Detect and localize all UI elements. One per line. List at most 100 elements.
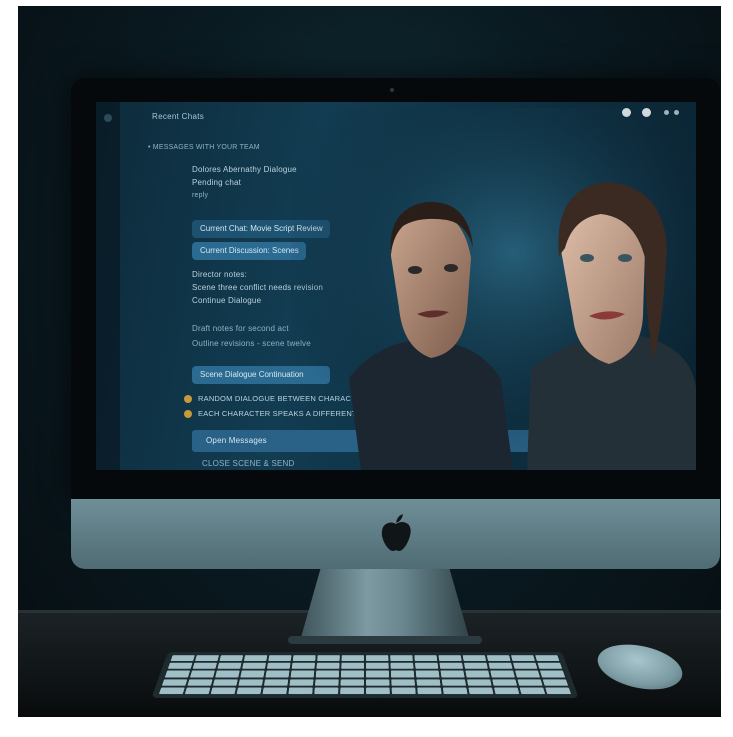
keyboard-key — [366, 655, 388, 661]
pill-current-discussion[interactable]: Current Discussion: Scenes — [192, 242, 306, 260]
keyboard-key — [341, 671, 364, 677]
block3-line-1: Draft notes for second act — [192, 323, 289, 334]
keyboard-key — [341, 679, 364, 686]
keyboard-key — [441, 671, 465, 677]
keyboard-key — [291, 671, 315, 677]
keyboard-key — [215, 671, 240, 677]
keyboard-key — [238, 679, 263, 686]
keyboard-key — [490, 671, 515, 677]
screen-title: Recent Chats — [152, 112, 204, 121]
keyboard-key — [171, 655, 195, 661]
keyboard-key — [492, 679, 517, 686]
camera-dot — [390, 88, 394, 92]
window-control-icon[interactable] — [622, 108, 631, 117]
keyboard-key — [314, 687, 338, 694]
block1-line-3: reply — [192, 190, 208, 201]
keyboard-key — [292, 663, 315, 669]
keyboard-key — [268, 655, 291, 661]
keyboard-key — [340, 687, 364, 694]
keyboard-key — [467, 679, 492, 686]
keyboard-key — [315, 679, 339, 686]
bullet-icon — [184, 395, 192, 403]
keyboard-key — [440, 663, 464, 669]
keyboard-key — [543, 679, 569, 686]
bullet-icon — [184, 410, 192, 418]
photo-scene: Recent Chats • MESSAGES WITH YOUR TEAM D… — [18, 6, 721, 717]
imac-stand-base — [288, 636, 482, 644]
keyboard-key — [293, 655, 316, 661]
keyboard-key — [217, 663, 241, 669]
block2-line-1: Director notes: — [192, 269, 247, 280]
keyboard-key — [316, 663, 339, 669]
keyboard-key — [464, 663, 488, 669]
keyboard-key — [366, 679, 389, 686]
keyboard-key — [515, 671, 540, 677]
keyboard-key — [416, 671, 440, 677]
keyboard-key — [513, 663, 537, 669]
keyboard-key — [366, 687, 390, 694]
keyboard-key — [443, 687, 468, 694]
window-control-icon[interactable] — [664, 110, 669, 115]
keyboard-key — [442, 679, 466, 686]
keyboard-key — [162, 679, 188, 686]
keyboard-key — [517, 679, 542, 686]
people-illustration — [291, 108, 696, 470]
keyboard-key — [213, 679, 238, 686]
screen-sidebar — [96, 102, 120, 470]
keyboard-key — [195, 655, 219, 661]
window-control-icon[interactable] — [674, 110, 679, 115]
keyboard-key — [391, 671, 414, 677]
keyboard-key — [390, 663, 413, 669]
keyboard-key — [414, 655, 437, 661]
keyboard-key — [463, 655, 487, 661]
keyboard-key — [289, 679, 313, 686]
header-line: • MESSAGES WITH YOUR TEAM — [148, 142, 260, 153]
keyboard-key — [165, 671, 190, 677]
keyboard-key — [416, 679, 440, 686]
keyboard-key — [242, 663, 266, 669]
keyboard-key — [487, 655, 511, 661]
keyboard-key — [417, 687, 441, 694]
keyboard-key — [267, 663, 291, 669]
keyboard-key — [535, 655, 559, 661]
imac-stand — [300, 569, 470, 641]
keyboard-key — [316, 671, 339, 677]
keyboard-key — [211, 687, 236, 694]
open-messages-label: Open Messages — [206, 435, 267, 446]
keyboard — [151, 652, 578, 698]
keyboard-key — [317, 655, 340, 661]
window-control-icon[interactable] — [642, 108, 651, 117]
keyboard-key — [168, 663, 193, 669]
block1-line-1: Dolores Abernathy Dialogue — [192, 164, 297, 175]
keyboard-key — [341, 663, 364, 669]
footer-line: CLOSE SCENE & SEND — [202, 458, 295, 469]
block2-line-3: Continue Dialogue — [192, 295, 261, 306]
keyboard-key — [193, 663, 217, 669]
keyboard-key — [494, 687, 519, 694]
keyboard-key — [366, 671, 389, 677]
keyboard-key — [187, 679, 212, 686]
keyboard-key — [465, 671, 489, 677]
keyboard-key — [159, 687, 185, 694]
keyboard-key — [264, 679, 288, 686]
keyboard-key — [540, 671, 565, 677]
keyboard-key — [538, 663, 563, 669]
keyboard-key — [415, 663, 438, 669]
keyboard-key — [468, 687, 493, 694]
keyboard-key — [391, 679, 415, 686]
keyboard-key — [244, 655, 268, 661]
apple-logo-icon — [378, 512, 414, 552]
keyboard-key — [520, 687, 546, 694]
keyboard-key — [262, 687, 287, 694]
keyboard-key — [342, 655, 364, 661]
block1-line-2: Pending chat — [192, 177, 241, 188]
keyboard-key — [190, 671, 215, 677]
keyboard-key — [265, 671, 289, 677]
keyboard-key — [240, 671, 264, 677]
keyboard-key — [185, 687, 211, 694]
keyboard-key — [390, 655, 413, 661]
keyboard-key — [511, 655, 535, 661]
keyboard-key — [392, 687, 416, 694]
keyboard-key — [219, 655, 243, 661]
keyboard-key — [237, 687, 262, 694]
